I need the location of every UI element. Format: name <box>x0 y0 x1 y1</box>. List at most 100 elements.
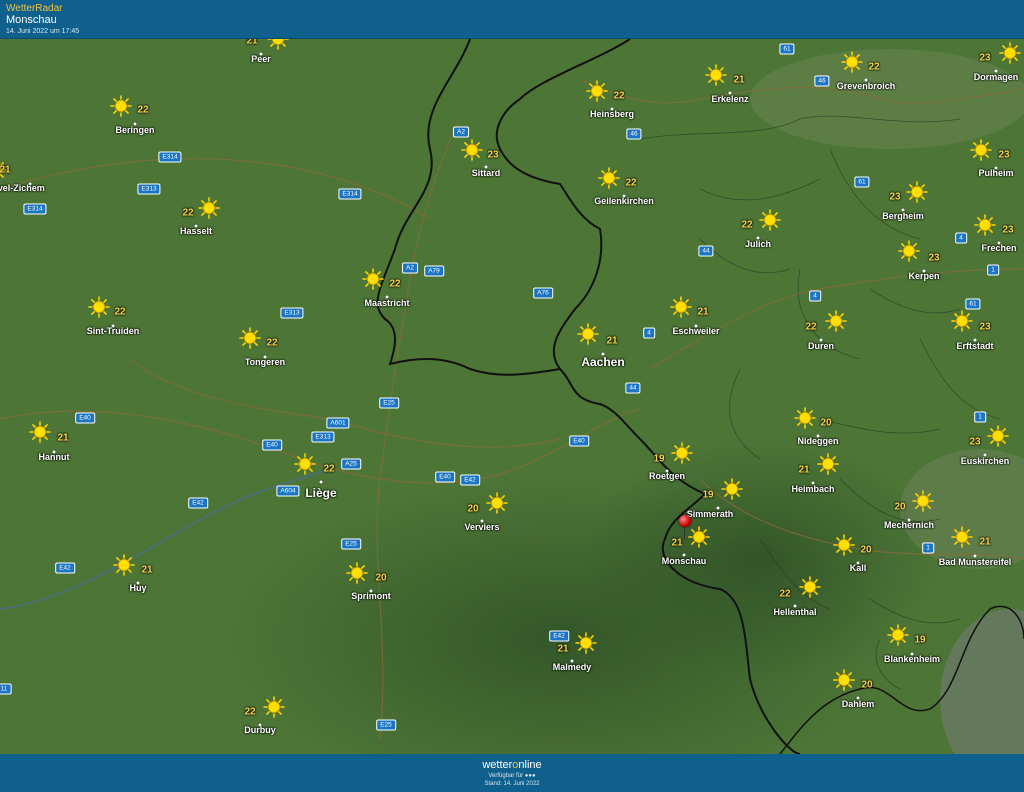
temperature-label: 22 <box>741 219 753 231</box>
temperature-label: 21 <box>557 643 569 655</box>
temperature-label: 22 <box>137 104 149 116</box>
city-label[interactable]: Kall <box>850 563 867 573</box>
city-label[interactable]: Pulheim <box>978 168 1013 178</box>
sun-icon <box>898 240 920 262</box>
temperature-label: 22 <box>114 306 126 318</box>
temperature-label: 23 <box>487 149 499 161</box>
city-label[interactable]: Bad Munstereifel <box>939 557 1012 567</box>
city-label[interactable]: Beringen <box>115 125 154 135</box>
sun-icon <box>759 209 781 231</box>
city-label[interactable]: Hannut <box>39 452 70 462</box>
city-label[interactable]: Peer <box>251 54 271 64</box>
sun-icon <box>88 296 110 318</box>
location-title: Monschau <box>6 14 57 26</box>
road-shield: 61 <box>779 43 795 55</box>
city-label[interactable]: Maastricht <box>364 298 409 308</box>
city-label[interactable]: Huy <box>129 583 146 593</box>
city-label[interactable]: Eschweiler <box>672 326 719 336</box>
temperature-label: 23 <box>889 191 901 203</box>
city-label[interactable]: Frechen <box>981 243 1016 253</box>
city-label[interactable]: Dahlem <box>842 699 875 709</box>
sun-icon <box>29 421 51 443</box>
city-label[interactable]: Erkelenz <box>711 94 748 104</box>
city-label[interactable]: Julich <box>745 239 771 249</box>
temperature-label: 21 <box>979 536 991 548</box>
city-label[interactable]: Heinsberg <box>590 109 634 119</box>
road-shield: 1 <box>974 411 986 423</box>
wetteronline-logo[interactable]: wetteronline <box>0 759 1024 771</box>
sun-icon <box>586 80 608 102</box>
city-label[interactable]: Geilenkirchen <box>594 196 654 206</box>
temperature-label: 21 <box>798 464 810 476</box>
app-footer: wetteronline Verfügbar für ●●● Stand: 14… <box>0 754 1024 792</box>
sun-icon <box>833 669 855 691</box>
sun-icon <box>577 323 599 345</box>
city-label[interactable]: Simmerath <box>687 509 734 519</box>
app-header: WetterRadar Monschau 14. Juni 2022 um 17… <box>0 0 1024 39</box>
city-label[interactable]: Malmedy <box>553 662 592 672</box>
road-shield: A76 <box>533 287 553 299</box>
road-shield: 46 <box>626 128 642 140</box>
road-shield: E42 <box>55 562 75 574</box>
sun-icon <box>688 526 710 548</box>
city-label[interactable]: Duren <box>808 341 834 351</box>
city-label[interactable]: Aachen <box>581 355 624 369</box>
city-label[interactable]: Heimbach <box>791 484 834 494</box>
temperature-label: 21 <box>0 164 11 176</box>
sun-icon <box>110 95 132 117</box>
road-shield: E40 <box>435 471 455 483</box>
road-shield: E42 <box>460 474 480 486</box>
city-label[interactable]: Roetgen <box>649 471 685 481</box>
road-shield: E314 <box>158 151 182 163</box>
sun-icon <box>887 624 909 646</box>
stand-date: Stand: 14. Juni 2022 <box>484 781 540 787</box>
road-shield: E25 <box>376 719 396 731</box>
city-label[interactable]: Kerpen <box>908 271 939 281</box>
city-label[interactable]: Monschau <box>662 556 707 566</box>
city-label[interactable]: ivel-Zichem <box>0 183 45 193</box>
road-shield: E40 <box>569 435 589 447</box>
city-label[interactable]: Sprimont <box>351 591 391 601</box>
city-label[interactable]: Durbuy <box>244 725 276 735</box>
sun-icon <box>999 42 1021 64</box>
sun-icon <box>575 632 597 654</box>
sun-icon <box>841 51 863 73</box>
temperature-label: 23 <box>979 52 991 64</box>
city-label[interactable]: Blankenheim <box>884 654 940 664</box>
city-label[interactable]: Verviers <box>464 522 499 532</box>
city-label[interactable]: Hasselt <box>180 226 212 236</box>
temperature-label: 20 <box>894 501 906 513</box>
city-label[interactable]: Erftstadt <box>956 341 993 351</box>
temperature-label: 22 <box>868 61 880 73</box>
city-label[interactable]: Bergheim <box>882 211 924 221</box>
city-label[interactable]: Sittard <box>472 168 501 178</box>
city-label[interactable]: Liège <box>305 486 336 500</box>
temperature-label: 23 <box>969 436 981 448</box>
city-label[interactable]: Dormagen <box>974 72 1019 82</box>
temperature-label: 21 <box>141 564 153 576</box>
temperature-label: 20 <box>860 544 872 556</box>
sun-icon <box>113 554 135 576</box>
city-label[interactable]: Tongeren <box>245 357 285 367</box>
location-pin-icon[interactable] <box>679 515 691 527</box>
road-shield: E25 <box>341 538 361 550</box>
city-label[interactable]: Mechernich <box>884 520 934 530</box>
road-shield: 1 <box>987 264 999 276</box>
city-label[interactable]: Hellenthal <box>773 607 816 617</box>
road-shield: E313 <box>280 307 304 319</box>
city-label[interactable]: Nideggen <box>797 436 838 446</box>
availability-text: Verfügbar für ●●● <box>488 773 536 779</box>
city-label[interactable]: Euskirchen <box>961 456 1010 466</box>
sun-icon <box>263 696 285 718</box>
temperature-label: 20 <box>861 679 873 691</box>
city-label[interactable]: Grevenbroich <box>837 81 896 91</box>
weather-map[interactable]: E314 E313 E314 E314 E313 E40 E40 E313 A6… <box>0 39 1024 754</box>
temperature-label: 22 <box>244 706 256 718</box>
sun-icon <box>970 139 992 161</box>
sun-icon <box>951 526 973 548</box>
temperature-label: 21 <box>671 537 683 549</box>
road-shield: 11 <box>0 683 12 695</box>
temperature-label: 23 <box>1002 224 1014 236</box>
road-shield: 4 <box>955 232 967 244</box>
city-label[interactable]: Sint-Truiden <box>87 326 140 336</box>
